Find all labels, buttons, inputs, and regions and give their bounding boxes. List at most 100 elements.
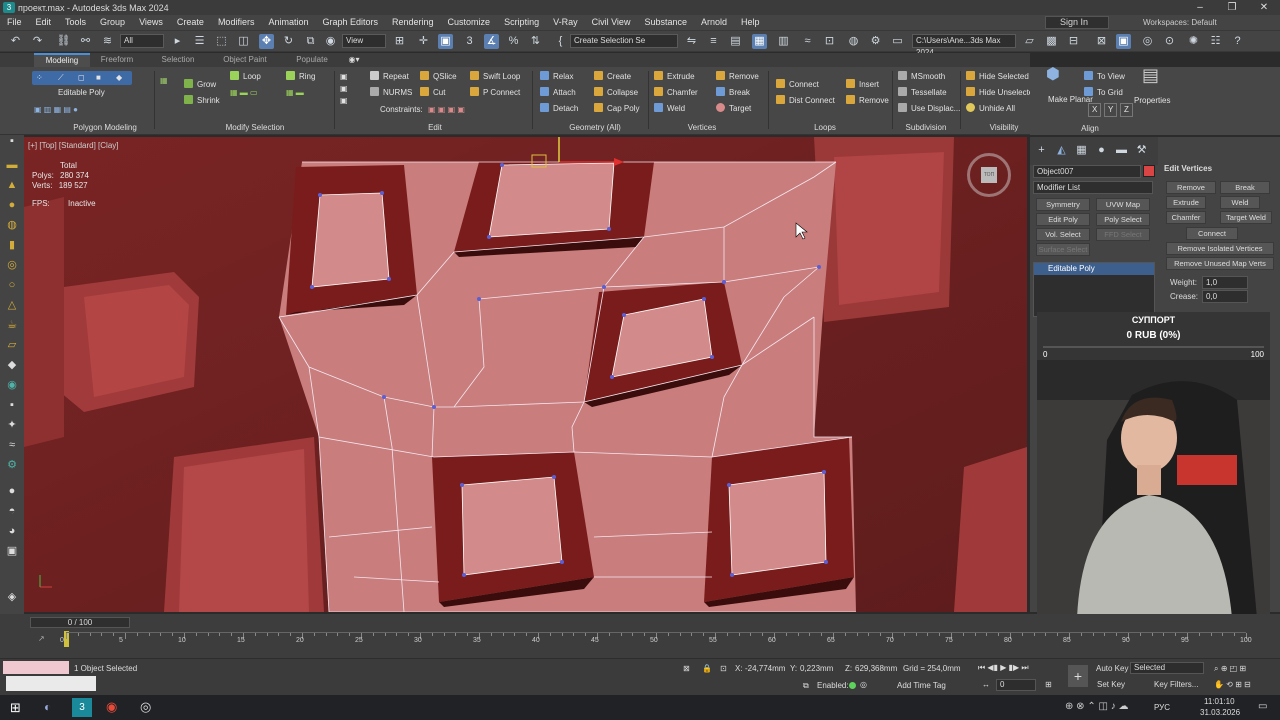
script-icon[interactable]: ⧉ [803, 681, 809, 691]
polygon-modeling-group-title[interactable]: Polygon Modeling [50, 123, 160, 132]
hide-unselected-button[interactable]: Hide Unselected [966, 87, 1038, 99]
zoom-icon[interactable]: ⌕ ⊕ ◰ ⊞ [1214, 664, 1246, 674]
weld-vertices-button[interactable]: Weld [1220, 196, 1260, 209]
cone-icon[interactable]: ▲ [5, 179, 19, 191]
mirror-icon[interactable]: ⇋ [684, 34, 699, 49]
set-key-button[interactable]: Set Key [1097, 680, 1125, 689]
key-mode-icon[interactable]: ↔ [982, 680, 990, 689]
systems-icon[interactable]: ⚙ [5, 459, 19, 471]
placement-icon[interactable]: ◉ [323, 34, 338, 49]
edge-mode-icon[interactable]: ⟋ [58, 72, 64, 84]
ffd-select-button[interactable]: FFD Select [1096, 228, 1150, 241]
align-y-button[interactable]: Y [1104, 103, 1118, 117]
reference-coordinate-dropdown[interactable]: View [342, 34, 386, 48]
timeline-ruler[interactable]: 0 5 10 15 20 25 30 35 40 45 50 55 60 65 70 75 80 85 90 95 10… [60, 632, 1252, 650]
menu-group[interactable]: Group [93, 15, 132, 30]
materials-icon[interactable]: ▣ [5, 545, 19, 557]
window-crossing-icon[interactable]: ◫ [236, 34, 251, 49]
modify-selection-group-title[interactable]: Modify Selection [210, 123, 300, 132]
hierarchy-tab-icon[interactable]: ▦ [1074, 143, 1089, 158]
menu-file[interactable]: File [0, 15, 29, 30]
menu-scripting[interactable]: Scripting [497, 15, 546, 30]
target-weld-button[interactable]: Target [716, 103, 751, 115]
viewport-scene[interactable] [24, 137, 1027, 612]
bind-space-warp-icon[interactable]: ≋ [100, 34, 115, 49]
time-configuration-icon[interactable]: ⊞ [1045, 680, 1052, 689]
weld-button[interactable]: Weld [654, 103, 685, 115]
weight-spinner[interactable]: 1,0 [1202, 276, 1248, 289]
menu-civil-view[interactable]: Civil View [585, 15, 638, 30]
object-color-swatch[interactable] [1143, 165, 1155, 177]
redo-icon[interactable]: ↷ [30, 34, 45, 49]
percent-snap-icon[interactable]: % [506, 34, 521, 49]
ribbon-options-icon[interactable]: ◉▾ [346, 53, 362, 67]
to-view-button[interactable]: To View [1084, 71, 1125, 83]
break-button[interactable]: Break [716, 87, 750, 99]
menu-help[interactable]: Help [734, 15, 767, 30]
sphere-icon[interactable]: ● [5, 199, 19, 211]
set-key-icon[interactable]: + [1068, 665, 1088, 687]
spinner-snap-icon[interactable]: ⇅ [528, 34, 543, 49]
menu-views[interactable]: Views [132, 15, 170, 30]
connect-vertices-button[interactable]: Connect [1186, 227, 1238, 240]
pyramid-icon[interactable]: △ [5, 299, 19, 311]
scene-explorer-icon[interactable]: ▤ [728, 34, 743, 49]
viewport-label[interactable]: [+] [Top] [Standard] [Clay] [28, 141, 119, 150]
attach-button[interactable]: Attach [540, 87, 576, 99]
loop-button[interactable]: Loop [230, 71, 261, 83]
shapes-icon[interactable]: ◆ [5, 359, 19, 371]
tab-selection[interactable]: Selection [150, 53, 206, 67]
teapot-icon[interactable]: ☕ [5, 319, 19, 331]
loops-group-title[interactable]: Loops [800, 123, 850, 132]
ring-button[interactable]: Ring [286, 71, 315, 83]
maxscript-listener-field[interactable] [3, 661, 69, 674]
grow-button[interactable]: Grow [184, 79, 216, 91]
selection-region-icon[interactable]: ⬚ [214, 34, 229, 49]
menu-graph-editors[interactable]: Graph Editors [315, 15, 385, 30]
add-time-tag-button[interactable]: Add Time Tag [897, 681, 946, 690]
mini-curve-editor-icon[interactable]: ↗ [38, 634, 45, 643]
create-tab-icon[interactable]: + [1034, 143, 1049, 158]
tray-icons[interactable]: ⊕ ⊗ ⌃ ◫ ♪ ☁ [1065, 701, 1128, 712]
modeling-tools-icon[interactable]: ▣ [1116, 34, 1131, 49]
collapse-button[interactable]: Collapse [594, 87, 638, 99]
create-button[interactable]: Create [594, 71, 631, 83]
workspaces-selector[interactable]: Workspaces: Default [1143, 16, 1217, 29]
crease-spinner[interactable]: 0,0 [1202, 290, 1248, 303]
selection-filter-dropdown[interactable]: All [120, 34, 164, 48]
motion-icon[interactable]: ▪ [5, 135, 19, 147]
pivot-center-icon[interactable]: ⊞ [392, 34, 407, 49]
snaps-toggle-icon[interactable]: 3 [462, 34, 477, 49]
edit-vertices-rollout-header[interactable]: Edit Vertices [1158, 163, 1278, 175]
pan-icon[interactable]: ✋ ⟲ ⊞ ⊟ [1214, 680, 1251, 689]
x-coordinate[interactable]: -24,774mm [745, 664, 785, 673]
spacewarps-icon[interactable]: ≈ [5, 439, 19, 451]
modifier-list-dropdown[interactable]: Modifier List [1033, 181, 1153, 194]
extrude-vertices-button[interactable]: Extrude [1166, 196, 1206, 209]
cylinder-icon[interactable]: ▮ [5, 239, 19, 251]
menu-vray[interactable]: V-Ray [546, 15, 585, 30]
menu-rendering[interactable]: Rendering [385, 15, 441, 30]
undo-icon[interactable]: ↶ [8, 34, 23, 49]
ring-mode-icons[interactable]: ▦ ▬ [286, 87, 304, 99]
remove-isolated-vertices-button[interactable]: Remove Isolated Vertices [1166, 242, 1274, 255]
extrude-button[interactable]: Extrude [654, 71, 695, 83]
select-rotate-icon[interactable]: ↻ [281, 34, 296, 49]
use-displacement-button[interactable]: Use Displac... [898, 103, 960, 115]
menu-tools[interactable]: Tools [58, 15, 93, 30]
vertex-mode-icon[interactable]: ⁘ [36, 72, 43, 84]
utilities-icon[interactable]: ◓ [5, 505, 19, 517]
render-icon[interactable]: ◕ [5, 525, 19, 537]
hide-selected-button[interactable]: Hide Selected [966, 71, 1029, 83]
maxscript-mini-listener[interactable] [6, 676, 96, 691]
utilities-tab-icon[interactable]: ⚒ [1134, 143, 1149, 158]
material-editor-icon[interactable]: ◍ [846, 34, 861, 49]
3dsmax-taskbar-icon[interactable]: 3 [72, 698, 92, 717]
uvw-map-button[interactable]: UVW Map [1096, 198, 1150, 211]
object-name-field[interactable]: Object007 [1033, 165, 1141, 178]
modify-tab-icon[interactable]: ◭ [1054, 143, 1069, 158]
symmetry-button[interactable]: Symmetry [1036, 198, 1090, 211]
qslice-button[interactable]: QSlice [420, 71, 457, 83]
edit-mode-icons[interactable]: ▣ ▣ ▣ [340, 71, 348, 107]
swift-loop-button[interactable]: Swift Loop [470, 71, 520, 83]
